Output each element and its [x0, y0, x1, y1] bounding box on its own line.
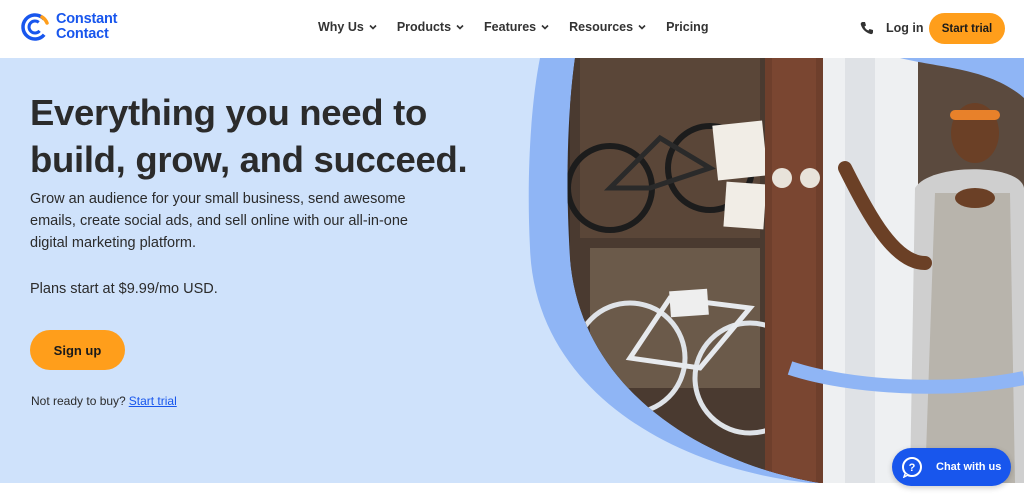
nav-item-resources[interactable]: Resources	[569, 20, 646, 34]
nav-item-products[interactable]: Products	[397, 20, 464, 34]
not-ready-text: Not ready to buy? Start trial	[31, 394, 177, 408]
logo-mark-icon	[21, 13, 49, 41]
start-trial-button[interactable]: Start trial	[929, 13, 1005, 44]
svg-text:?: ?	[909, 462, 916, 474]
headline-line1: Everything you need to	[30, 92, 427, 133]
nav-label: Features	[484, 20, 537, 34]
bike-shop-owner-photo	[528, 58, 1024, 483]
nav-label: Resources	[569, 20, 634, 34]
main-nav: Why Us Products Features Resources Prici…	[318, 20, 708, 34]
not-ready-label: Not ready to buy?	[31, 394, 126, 408]
logo-text-line1: Constant	[56, 11, 118, 27]
start-trial-link[interactable]: Start trial	[129, 394, 177, 408]
chevron-down-icon	[638, 24, 646, 30]
chevron-down-icon	[369, 24, 377, 30]
login-link[interactable]: Log in	[886, 21, 924, 35]
hero-subtext: Grow an audience for your small business…	[30, 191, 408, 251]
nav-label: Why Us	[318, 20, 364, 34]
page-bottom-edge	[0, 483, 1024, 495]
sign-up-button[interactable]: Sign up	[30, 330, 125, 370]
chat-label: Chat with us	[936, 461, 1002, 473]
hero-section: Everything you need to build, grow, and …	[0, 58, 1024, 483]
chat-question-icon: ?	[902, 457, 922, 478]
nav-label: Pricing	[666, 20, 709, 34]
headline-line2: build, grow, and succeed.	[30, 139, 468, 180]
constant-contact-logo[interactable]: Constant Contact	[20, 12, 117, 42]
phone-icon[interactable]	[860, 21, 873, 35]
chevron-down-icon	[456, 24, 464, 30]
nav-item-pricing[interactable]: Pricing	[666, 20, 708, 34]
nav-item-features[interactable]: Features	[484, 20, 549, 34]
plans-price-text: Plans start at $9.99/mo USD.	[30, 281, 218, 297]
chat-with-us-button[interactable]: ? Chat with us	[892, 448, 1011, 486]
logo-text-line2: Contact	[56, 26, 109, 42]
site-header: Constant Contact Why Us Products Feature…	[0, 0, 1024, 58]
logo-wordmark: Constant Contact	[56, 12, 117, 42]
hero-headline: Everything you need to build, grow, and …	[30, 89, 550, 183]
nav-label: Products	[396, 20, 452, 34]
nav-item-why-us[interactable]: Why Us	[318, 20, 377, 34]
chevron-down-icon	[541, 24, 549, 30]
